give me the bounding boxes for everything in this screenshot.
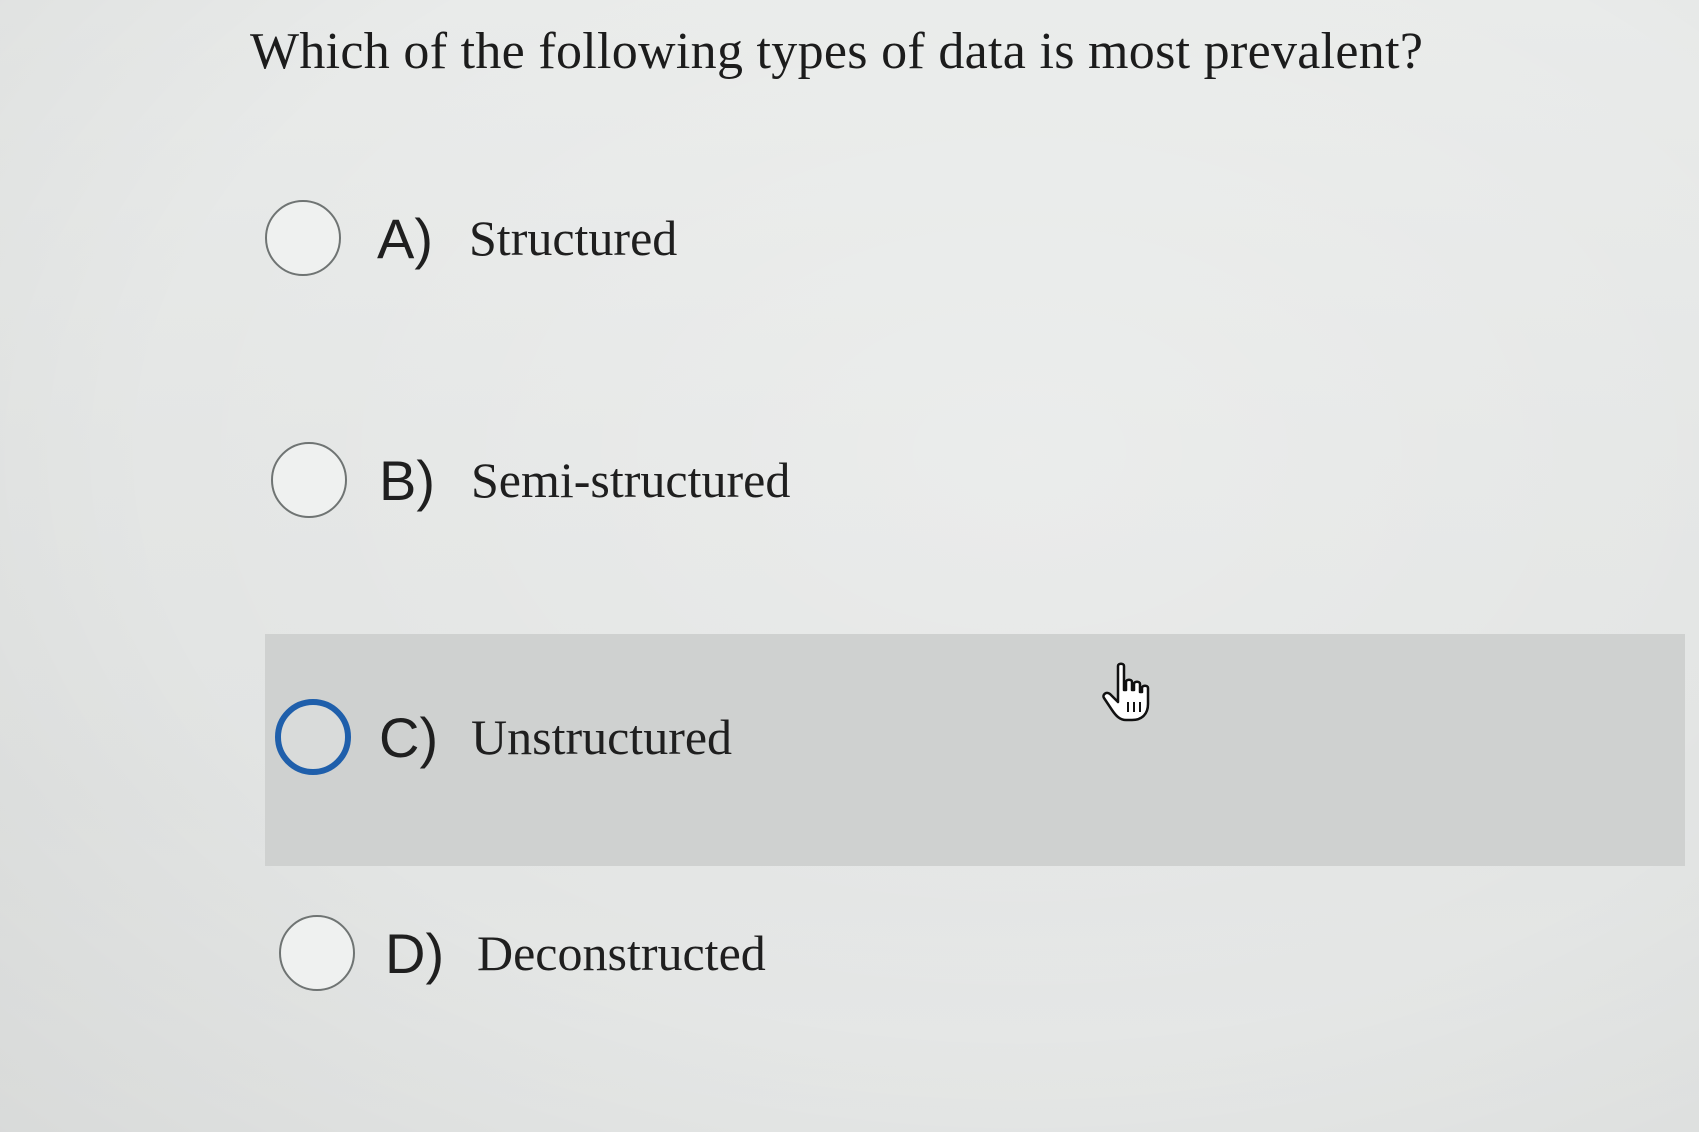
pointer-hand-icon xyxy=(1100,660,1166,726)
option-label: Structured xyxy=(469,210,678,266)
option-letter: A) xyxy=(377,206,433,270)
option-label: Deconstructed xyxy=(477,925,766,981)
option-label: Unstructured xyxy=(471,709,733,765)
option-c[interactable]: C) Unstructured xyxy=(265,634,1685,866)
radio-circle-icon[interactable] xyxy=(275,699,351,775)
option-b[interactable]: B) Semi-structured xyxy=(265,420,1685,540)
option-letter: C) xyxy=(379,705,439,769)
option-d[interactable]: D) Deconstructed xyxy=(265,893,1685,1013)
radio-circle-icon[interactable] xyxy=(279,915,355,991)
radio-circle-icon[interactable] xyxy=(271,442,347,518)
option-letter: B) xyxy=(379,448,435,512)
question-text: Which of the following types of data is … xyxy=(250,23,1424,80)
option-letter: D) xyxy=(385,921,445,985)
radio-circle-icon[interactable] xyxy=(265,200,341,276)
option-a[interactable]: A) Structured xyxy=(265,178,1685,298)
option-label: Semi-structured xyxy=(471,452,791,508)
